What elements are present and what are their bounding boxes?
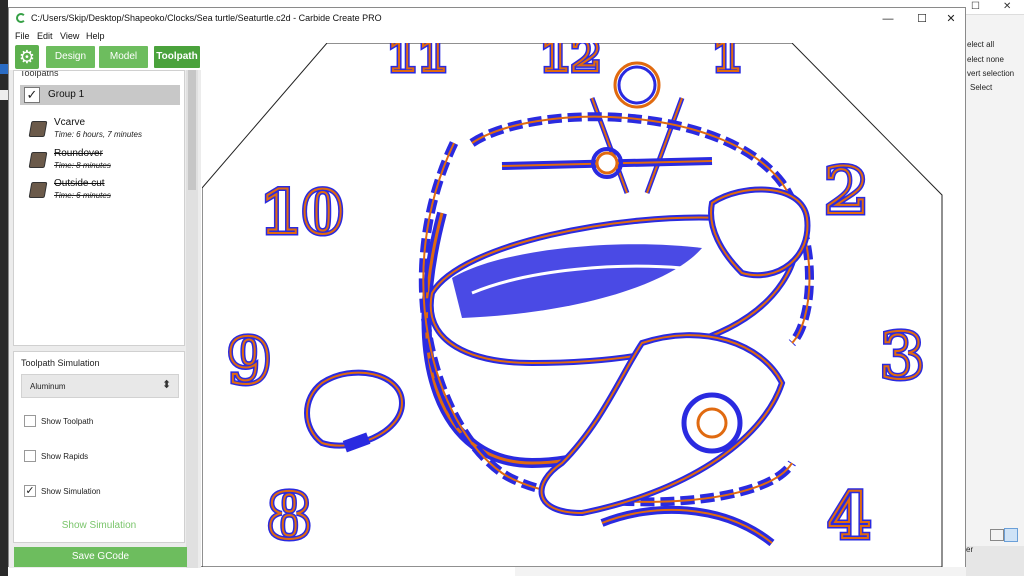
show-rapids-checkbox[interactable] [24, 450, 36, 462]
background-statusbar [966, 546, 1024, 576]
select-group-label: Select [970, 83, 993, 92]
clock-number-12-outline: 12 [540, 43, 601, 82]
clock-number-3-outline: 3 [880, 319, 925, 394]
carbide-create-window: C:/Users/Skip/Desktop/Shapeoko/Clocks/Se… [8, 7, 966, 568]
details-view-icon[interactable] [990, 529, 1004, 541]
menu-bar: File Edit View Help [9, 29, 965, 43]
design-canvas[interactable]: 11 11 12 12 1 1 10 10 2 2 9 9 3 3 8 8 4 … [202, 43, 965, 567]
large-icons-view-icon[interactable] [1004, 528, 1018, 542]
toolpath-name: Outside cut [54, 178, 105, 189]
save-gcode-button[interactable]: Save GCode [14, 547, 187, 567]
clock-number-1-outline: 1 [712, 43, 743, 82]
invert-selection-item[interactable]: vert selection [967, 69, 1014, 78]
menu-edit[interactable]: Edit [37, 31, 53, 41]
menu-help[interactable]: Help [86, 31, 105, 41]
clock-number-2-outline: 2 [824, 154, 869, 229]
tab-toolpath[interactable]: Toolpath [154, 46, 200, 68]
toolpath-time: Time: 8 minutes [54, 161, 111, 170]
simulation-title: Toolpath Simulation [21, 358, 100, 368]
show-simulation-checkbox[interactable]: ✓ [24, 485, 36, 497]
carbide-logo-icon [16, 13, 26, 23]
toolpath-item-vcarve[interactable]: Vcarve Time: 6 hours, 7 minutes [28, 117, 180, 143]
settings-button[interactable]: ⚙ [15, 45, 39, 69]
toolpath-preview: 11 11 12 12 1 1 10 10 2 2 9 9 3 3 8 8 4 … [202, 43, 943, 567]
updown-chevron-icon: ⬍ [162, 379, 172, 391]
select-all-item[interactable]: elect all [967, 40, 994, 49]
minimize-button[interactable]: — [874, 11, 902, 27]
gear-icon: ⚙ [18, 47, 36, 67]
group-label: Group 1 [48, 89, 85, 100]
clock-number-9-outline: 9 [227, 324, 272, 399]
desktop-shortcut-icon[interactable] [0, 90, 8, 100]
outside-cut-tool-icon [28, 182, 48, 198]
maximize-button[interactable]: ☐ [908, 11, 936, 27]
window-title: C:/Users/Skip/Desktop/Shapeoko/Clocks/Se… [31, 13, 382, 23]
toolpath-item-roundover[interactable]: Roundover Time: 8 minutes [28, 148, 180, 174]
maximize-icon[interactable]: ☐ [971, 1, 981, 12]
toolpath-name: Roundover [54, 148, 103, 159]
toolpath-name: Vcarve [54, 117, 86, 128]
toolpath-time: Time: 6 minutes [54, 191, 111, 200]
vcarve-tool-icon [28, 121, 48, 137]
material-select[interactable]: Aluminum ⬍ [21, 374, 179, 398]
panel-scrollbar-thumb[interactable] [188, 70, 196, 190]
show-simulation-button[interactable]: Show Simulation [14, 516, 184, 536]
show-simulation-label: Show Simulation [41, 487, 101, 496]
simulation-box: Toolpath Simulation Aluminum ⬍ Show Tool… [13, 351, 185, 543]
desktop-shortcut-icon[interactable] [0, 64, 8, 74]
clock-number-4-outline: 4 [827, 479, 872, 554]
tab-design[interactable]: Design [46, 46, 95, 68]
toolpath-item-outside-cut[interactable]: Outside cut Time: 6 minutes [28, 178, 180, 204]
show-rapids-label: Show Rapids [41, 452, 89, 461]
material-value: Aluminum [30, 382, 66, 391]
close-icon[interactable]: ✕ [1003, 1, 1013, 12]
select-none-item[interactable]: elect none [967, 55, 1004, 64]
show-toolpath-label: Show Toolpath [41, 417, 94, 426]
tab-model[interactable]: Model [99, 46, 148, 68]
background-tail-text: er [966, 545, 974, 554]
clock-number-11-outline: 11 [387, 43, 448, 82]
menu-view[interactable]: View [60, 31, 79, 41]
menu-file[interactable]: File [15, 31, 30, 41]
toolpath-group-row[interactable]: ✓ Group 1 [20, 85, 180, 105]
title-bar: C:/Users/Skip/Desktop/Shapeoko/Clocks/Se… [9, 8, 965, 29]
group-checkbox[interactable]: ✓ [24, 87, 40, 103]
toolpath-panel: Toolpaths ✓ Group 1 Vcarve Time: 6 hours… [9, 70, 201, 568]
clock-number-10-outline: 10 [260, 178, 344, 248]
desktop-strip [0, 0, 8, 576]
show-toolpath-checkbox[interactable] [24, 415, 36, 427]
toolpath-time: Time: 6 hours, 7 minutes [54, 130, 142, 139]
clock-number-8-outline: 8 [267, 479, 312, 554]
toolpaths-header: Toolpaths [20, 70, 59, 78]
toolpaths-list: Toolpaths ✓ Group 1 Vcarve Time: 6 hours… [13, 70, 185, 346]
roundover-tool-icon [28, 152, 48, 168]
close-button[interactable]: ✕ [937, 11, 965, 27]
